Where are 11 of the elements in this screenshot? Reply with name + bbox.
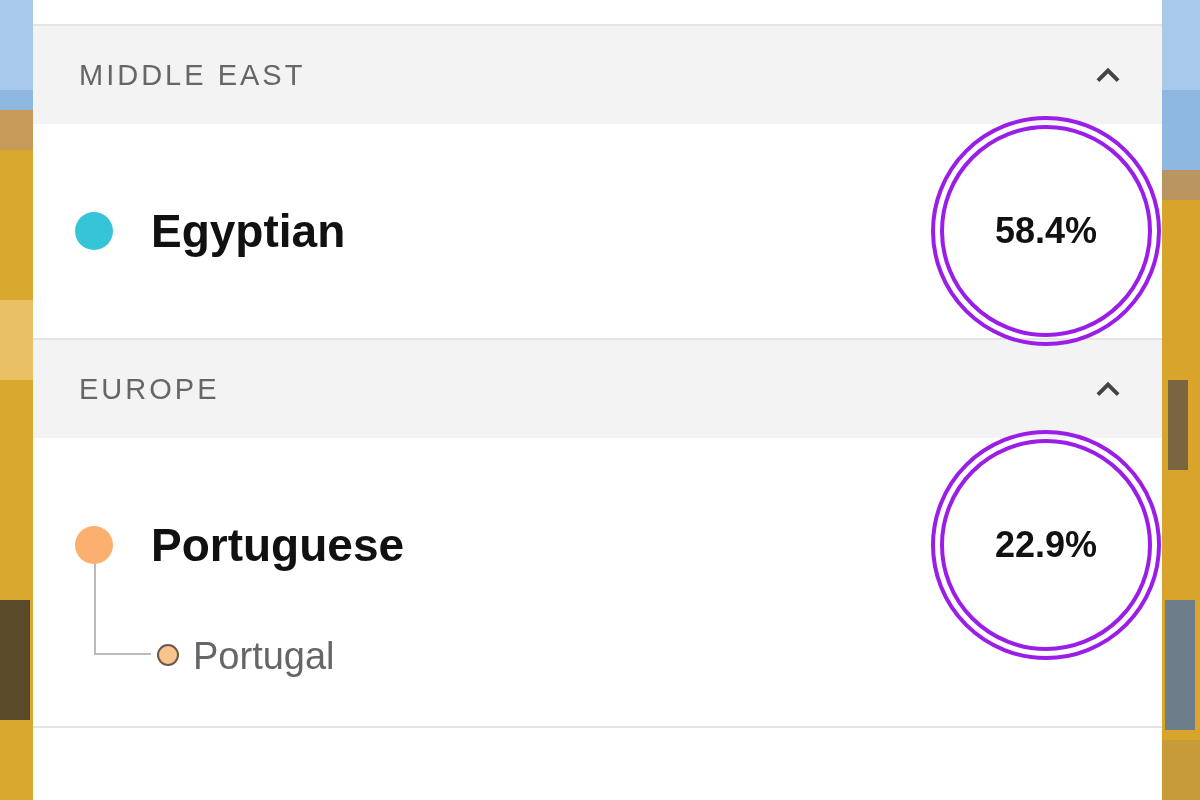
section-title: EUROPE [79, 372, 220, 406]
language-name: Portuguese [151, 518, 406, 572]
section-header[interactable]: MIDDLE EAST [33, 26, 1162, 124]
caret-icon[interactable] [1094, 380, 1122, 398]
section-title: MIDDLE EAST [79, 58, 306, 92]
language-name: Egyptian [151, 204, 347, 258]
percentage: 22.9% [994, 524, 1098, 566]
country-name: Portugal [193, 635, 335, 678]
section-header[interactable]: EUROPE [33, 340, 1162, 438]
caret-icon[interactable] [1094, 66, 1122, 84]
percentage: 58.4% [994, 210, 1098, 252]
